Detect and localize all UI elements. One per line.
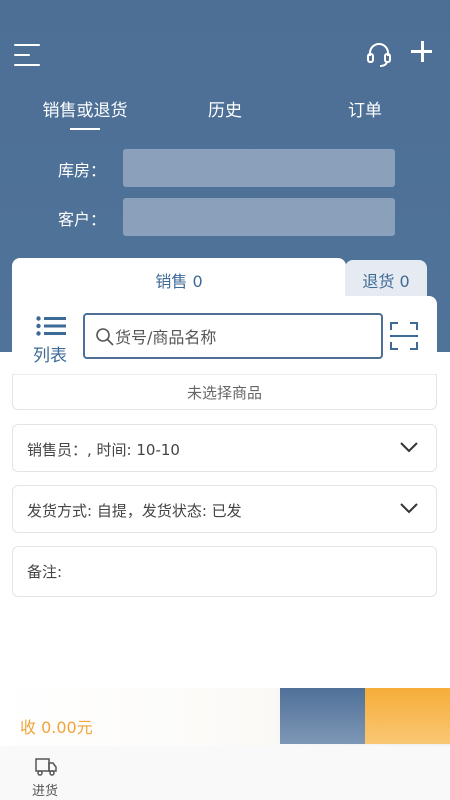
headset-icon[interactable] bbox=[364, 39, 394, 69]
tab-sales[interactable]: 销售 0 bbox=[12, 258, 346, 298]
top-tabs: 销售或退货 历史 订单 bbox=[0, 96, 450, 132]
tab-history[interactable]: 历史 bbox=[190, 96, 260, 121]
search-icon bbox=[96, 328, 114, 346]
empty-goods-message: 未选择商品 bbox=[12, 374, 437, 410]
note-text: 备注: bbox=[27, 563, 63, 581]
salesperson-text: 销售员：, 时间: 10-10 bbox=[27, 441, 180, 459]
bottom-orange-button[interactable] bbox=[365, 688, 450, 744]
shipping-text: 发货方式: 自提，发货状态: 已发 bbox=[27, 502, 242, 520]
tab-returns[interactable]: 退货 0 bbox=[345, 260, 427, 296]
warehouse-field[interactable] bbox=[123, 149, 395, 187]
nav-label-purchase: 进货 bbox=[31, 784, 58, 799]
customer-row: 客户： bbox=[0, 198, 450, 236]
active-tab-indicator bbox=[70, 128, 100, 130]
tab-orders[interactable]: 订单 bbox=[330, 96, 400, 121]
search-input[interactable] bbox=[115, 323, 370, 351]
list-label: 列表 bbox=[33, 346, 67, 366]
add-icon[interactable] bbox=[410, 39, 434, 63]
list-button[interactable]: 列表 bbox=[22, 312, 78, 366]
chevron-down-icon bbox=[400, 442, 418, 453]
scan-icon[interactable] bbox=[389, 321, 419, 351]
search-box[interactable] bbox=[83, 313, 383, 359]
warehouse-row: 库房： bbox=[0, 149, 450, 187]
customer-label: 客户： bbox=[58, 210, 107, 229]
truck-icon bbox=[35, 758, 57, 776]
note-row[interactable]: 备注: bbox=[12, 546, 437, 597]
shipping-row[interactable]: 发货方式: 自提，发货状态: 已发 bbox=[12, 485, 437, 533]
salesperson-row[interactable]: 销售员：, 时间: 10-10 bbox=[12, 424, 437, 472]
bottom-blue-button[interactable] bbox=[280, 688, 365, 744]
top-bar bbox=[0, 30, 450, 80]
chevron-down-icon bbox=[400, 503, 418, 514]
customer-field[interactable] bbox=[123, 198, 395, 236]
warehouse-label: 库房： bbox=[58, 161, 107, 180]
menu-icon[interactable] bbox=[14, 42, 42, 68]
tab-sale-or-return[interactable]: 销售或退货 bbox=[35, 96, 135, 121]
nav-item-purchase[interactable]: 进货 bbox=[22, 752, 68, 799]
list-icon bbox=[36, 316, 66, 336]
total-amount: 收 0.00元 bbox=[20, 718, 93, 737]
bottom-nav: 进货 bbox=[0, 746, 450, 800]
